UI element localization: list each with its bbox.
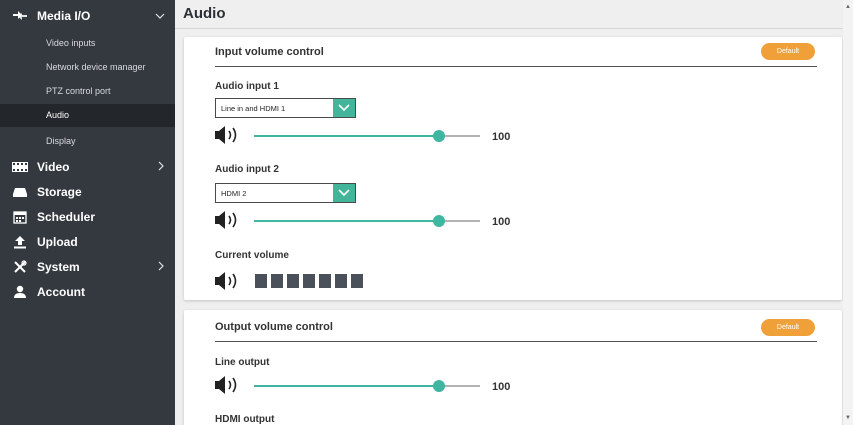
film-icon xyxy=(12,159,28,175)
card-divider xyxy=(215,66,817,67)
nav-video[interactable]: Video xyxy=(0,155,175,179)
volume-meter-segment xyxy=(271,274,283,288)
speaker-icon xyxy=(215,272,237,290)
default-button[interactable]: Default xyxy=(761,319,815,336)
upload-icon xyxy=(12,234,28,250)
sidebar: Media I/O Video inputs Network device ma… xyxy=(0,0,175,425)
chevron-right-icon xyxy=(157,160,165,174)
audio-input-1-slider[interactable] xyxy=(254,130,480,142)
current-volume-label: Current volume xyxy=(215,250,289,261)
chevron-down-icon xyxy=(155,9,165,23)
nav-media-io-label: Media I/O xyxy=(37,9,91,23)
volume-meter-segment xyxy=(335,274,347,288)
nav-account[interactable]: Account xyxy=(0,280,175,304)
nav-video-label: Video xyxy=(37,160,70,174)
nav-media-io[interactable]: Media I/O xyxy=(0,4,175,28)
volume-meter-segment xyxy=(287,274,299,288)
sidebar-item-audio[interactable]: Audio xyxy=(0,104,175,127)
volume-meter-segment xyxy=(255,274,267,288)
slider-fill xyxy=(254,135,440,137)
select-value: HDMI 2 xyxy=(221,189,247,198)
current-volume-meter xyxy=(255,274,363,288)
sidebar-item-video-inputs[interactable]: Video inputs xyxy=(0,32,175,55)
sidebar-item-ptz-control-port[interactable]: PTZ control port xyxy=(0,80,175,103)
audio-input-2-label: Audio input 2 xyxy=(215,164,279,175)
main-content: Audio Input volume control Default Audio… xyxy=(175,0,853,425)
sidebar-item-display[interactable]: Display xyxy=(0,130,175,153)
line-output-slider[interactable] xyxy=(254,380,480,392)
tools-icon xyxy=(12,259,28,275)
hdmi-output-label: HDMI output xyxy=(215,414,275,425)
nav-account-label: Account xyxy=(37,285,85,299)
line-output-volume-value: 100 xyxy=(492,381,511,393)
title-divider xyxy=(175,28,853,29)
card-title: Output volume control xyxy=(215,321,333,333)
scroll-down-icon[interactable]: ▼ xyxy=(843,413,853,423)
slider-thumb[interactable] xyxy=(433,215,446,227)
volume-meter-segment xyxy=(303,274,315,288)
chevron-down-icon xyxy=(333,184,355,202)
sidebar-item-label: Audio xyxy=(46,110,70,120)
audio-input-2-select[interactable]: HDMI 2 xyxy=(215,183,356,203)
nav-system-label: System xyxy=(37,260,80,274)
sidebar-item-label: Network device manager xyxy=(46,62,146,72)
audio-input-2-slider[interactable] xyxy=(254,215,480,227)
speaker-icon xyxy=(215,126,237,144)
input-volume-card: Input volume control Default Audio input… xyxy=(184,37,842,300)
slider-fill xyxy=(254,385,440,387)
line-output-label: Line output xyxy=(215,357,270,368)
slider-fill xyxy=(254,220,440,222)
select-value: Line in and HDMI 1 xyxy=(221,104,286,113)
chevron-down-icon xyxy=(333,99,355,117)
scroll-up-icon[interactable]: ▲ xyxy=(843,2,853,12)
default-button[interactable]: Default xyxy=(761,43,815,60)
card-divider xyxy=(215,341,817,342)
audio-input-1-label: Audio input 1 xyxy=(215,81,279,92)
speaker-icon xyxy=(215,211,237,229)
nav-storage[interactable]: Storage xyxy=(0,180,175,204)
arrows-icon xyxy=(12,8,28,24)
sidebar-item-label: Display xyxy=(46,136,76,146)
drive-icon xyxy=(12,184,28,200)
slider-thumb[interactable] xyxy=(433,380,446,392)
scrollbar[interactable]: ▲ ▼ xyxy=(843,0,853,425)
nav-scheduler[interactable]: Scheduler xyxy=(0,205,175,229)
nav-upload-label: Upload xyxy=(37,235,78,249)
nav-upload[interactable]: Upload xyxy=(0,230,175,254)
audio-input-2-volume-value: 100 xyxy=(492,216,511,228)
calendar-icon xyxy=(12,209,28,225)
slider-thumb[interactable] xyxy=(433,130,446,142)
audio-input-1-select[interactable]: Line in and HDMI 1 xyxy=(215,98,356,118)
sidebar-item-label: Video inputs xyxy=(46,38,96,48)
chevron-right-icon xyxy=(157,260,165,274)
volume-meter-segment xyxy=(319,274,331,288)
output-volume-card: Output volume control Default Line outpu… xyxy=(184,310,842,425)
nav-storage-label: Storage xyxy=(37,185,82,199)
sidebar-item-label: PTZ control port xyxy=(46,86,111,96)
audio-input-1-volume-value: 100 xyxy=(492,131,511,143)
sidebar-item-network-device-manager[interactable]: Network device manager xyxy=(0,56,175,79)
card-title: Input volume control xyxy=(215,46,324,58)
user-icon xyxy=(12,284,28,300)
nav-scheduler-label: Scheduler xyxy=(37,210,96,224)
volume-meter-segment xyxy=(351,274,363,288)
page-title: Audio xyxy=(183,5,226,22)
speaker-icon xyxy=(215,376,237,394)
nav-system[interactable]: System xyxy=(0,255,175,279)
